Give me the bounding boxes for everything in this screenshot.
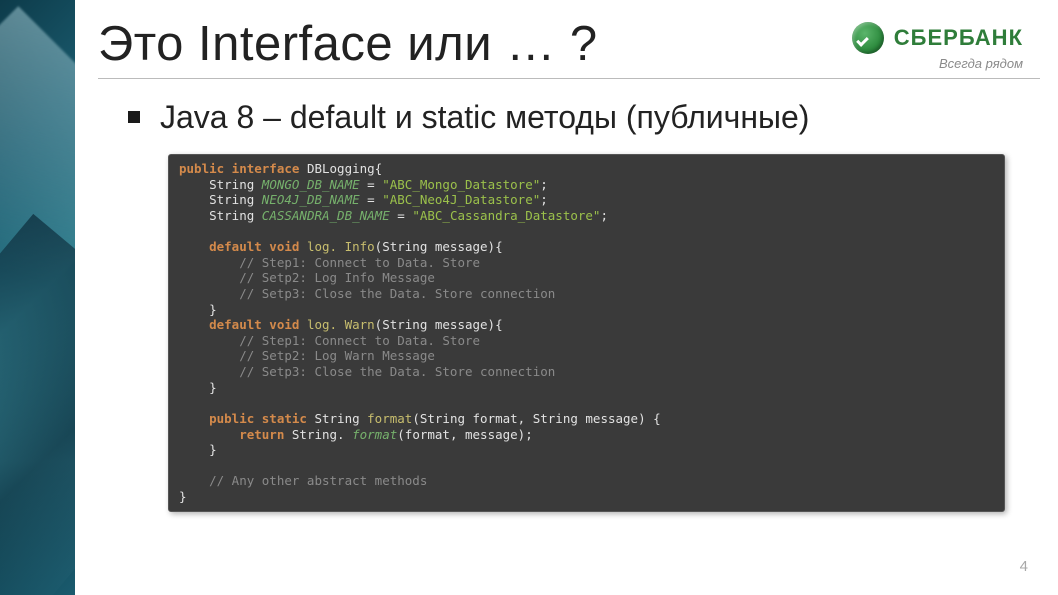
page-number: 4 — [1020, 558, 1028, 575]
code-block: public interface DBLogging{ String MONGO… — [168, 154, 1005, 512]
bullet-text: Java 8 – default и static методы (публич… — [160, 99, 809, 136]
bullet-item: Java 8 – default и static методы (публич… — [128, 99, 1040, 136]
code-pre: public interface DBLogging{ String MONGO… — [179, 161, 994, 505]
slide-title: Это Interface или … ? — [98, 18, 1040, 72]
title-underline — [98, 78, 1040, 79]
side-decoration — [0, 0, 75, 595]
slide-content: Это Interface или … ? Java 8 – default и… — [98, 18, 1040, 577]
square-bullet-icon — [128, 111, 140, 123]
